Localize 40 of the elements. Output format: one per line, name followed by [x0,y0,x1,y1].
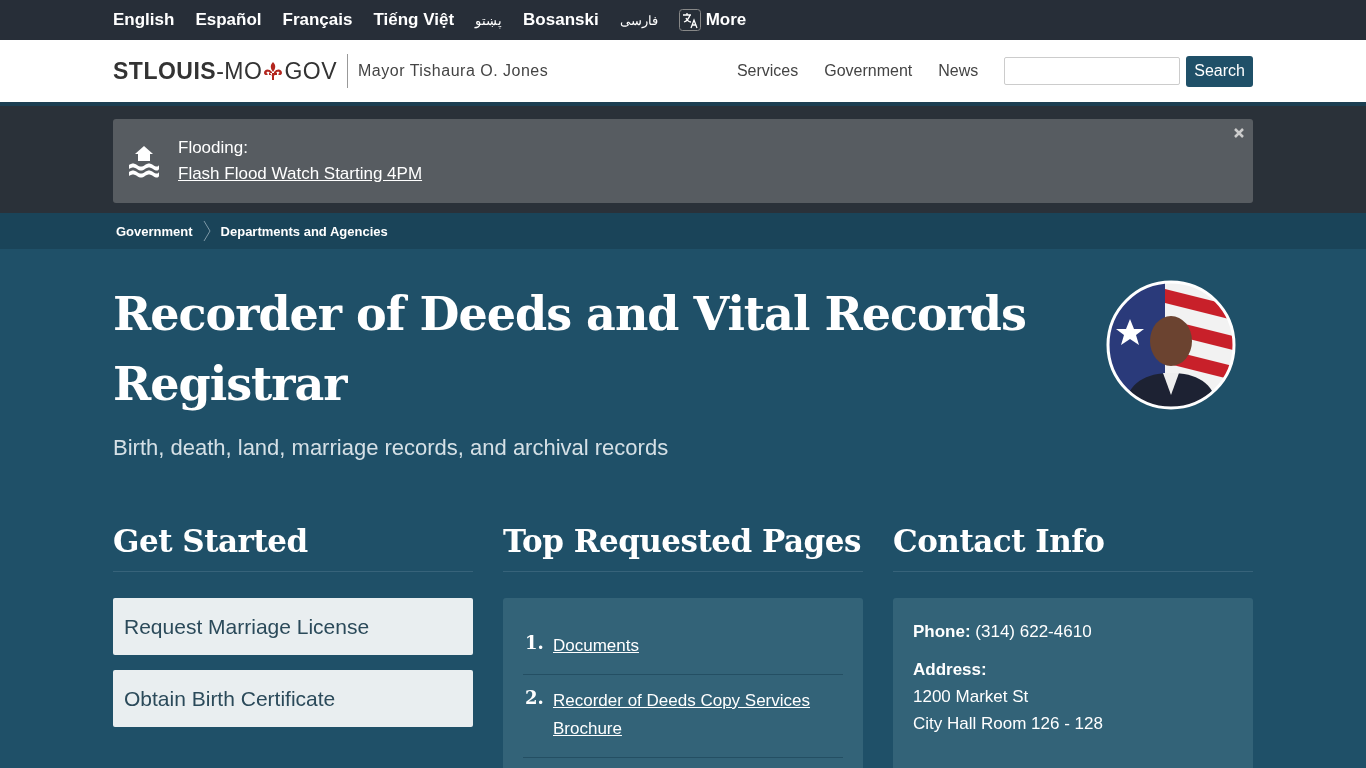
alert-link[interactable]: Flash Flood Watch Starting 4PM [178,164,423,184]
list-number: 1. [524,632,543,655]
flooded-house-icon [127,144,161,178]
alert-title: Flooding: [178,138,249,158]
page-title: Recorder of Deeds and Vital Records Registrar [113,286,1027,413]
mayor-name: Mayor Tishaura O. Jones [358,62,549,80]
nav-link[interactable]: Government [824,62,913,80]
nav-link[interactable]: News [938,62,979,80]
search-field[interactable] [1004,57,1181,85]
language-link[interactable]: Español [195,10,262,30]
section-heading: Get Started [113,523,473,572]
page-link[interactable]: Recorder of Deeds Copy Services Brochure [553,687,843,743]
search-button[interactable]: Search [1186,55,1253,87]
page-subtitle: Birth, death, land, marriage records, and archival records [113,435,670,461]
phone-number: (314) 622-4610 [975,622,1092,641]
close-icon[interactable] [1233,127,1245,139]
page-link[interactable]: Documents [553,632,639,660]
language-link[interactable]: Bosanski [523,10,599,30]
breadcrumb-link[interactable]: Government [116,223,193,239]
site-logo[interactable]: STLOUIS-MO GOV [113,54,348,88]
list-number: 2. [524,687,543,710]
language-link[interactable]: Français [282,10,353,30]
address-line: 1200 Market St [913,686,1029,708]
language-link[interactable]: پښتو [475,12,503,28]
translate-icon [678,9,701,31]
more-languages-link[interactable]: More [678,9,747,31]
breadcrumb-link[interactable]: Departments and Agencies [220,223,388,239]
section-heading: Top Requested Pages [503,523,863,572]
action-button[interactable]: Request Marriage License [113,598,473,655]
address-line: City Hall Room 126 - 128 [913,713,1103,735]
phone-label: Phone: [913,622,971,641]
chevron-icon [202,220,211,242]
address-label: Address: [913,659,987,681]
fleur-de-lis-icon [263,61,284,81]
language-link[interactable]: Tiếng Việt [373,10,455,30]
language-link[interactable]: English [113,10,175,30]
section-heading: Contact Info [893,523,1253,572]
language-link[interactable]: فارسی [619,12,658,28]
action-button[interactable]: Obtain Birth Certificate [113,670,473,727]
nav-link[interactable]: Services [736,62,799,80]
